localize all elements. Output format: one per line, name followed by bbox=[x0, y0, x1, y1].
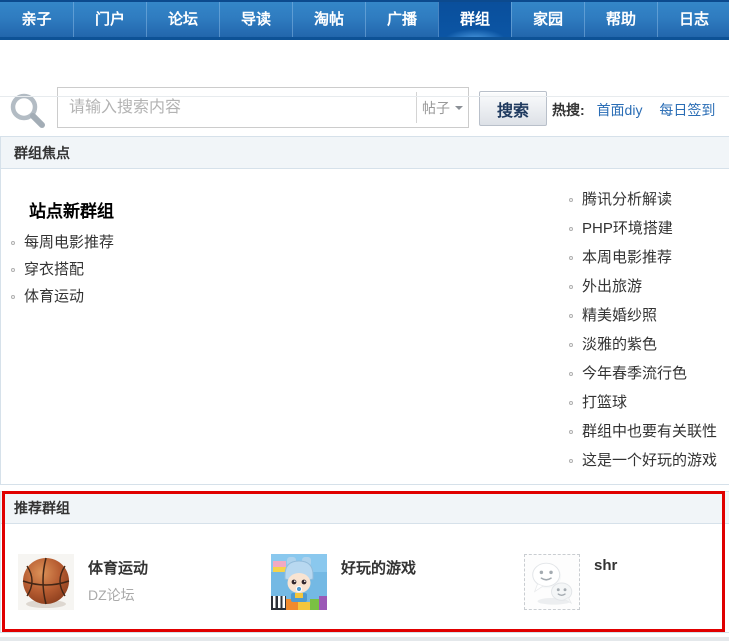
bullet-icon bbox=[569, 372, 573, 376]
basketball-image bbox=[18, 554, 74, 610]
list-item-label: 这是一个好玩的游戏 bbox=[582, 452, 717, 469]
new-groups-list: 每周电影推荐 穿衣搭配 体育运动 bbox=[11, 229, 114, 310]
group-card-sports[interactable]: 体育运动 DZ论坛 bbox=[18, 554, 271, 610]
nav-tab-guangbo[interactable]: 广播 bbox=[365, 2, 438, 37]
list-item-label: 每周电影推荐 bbox=[24, 234, 114, 251]
list-item-label: 打篮球 bbox=[582, 394, 627, 411]
list-item[interactable]: 淡雅的紫色 bbox=[569, 330, 717, 359]
nav-tab-daodu[interactable]: 导读 bbox=[219, 2, 292, 37]
group-name[interactable]: 体育运动 bbox=[88, 557, 148, 578]
list-item-label: 精美婚纱照 bbox=[582, 307, 657, 324]
new-groups-heading: 站点新群组 bbox=[29, 197, 114, 222]
nav-tab-bangzhu[interactable]: 帮助 bbox=[584, 2, 657, 37]
recommend-panel-body: 体育运动 DZ论坛 bbox=[1, 524, 729, 610]
bullet-icon bbox=[569, 459, 573, 463]
bullet-icon bbox=[11, 268, 15, 272]
default-group-image bbox=[524, 554, 580, 610]
list-item-label: 淡雅的紫色 bbox=[582, 336, 657, 353]
group-name[interactable]: 好玩的游戏 bbox=[341, 557, 416, 578]
group-card-games[interactable]: 好玩的游戏 bbox=[271, 554, 524, 610]
list-item-label: 外出旅游 bbox=[582, 278, 642, 295]
list-item[interactable]: 本周电影推荐 bbox=[569, 243, 717, 272]
list-item-label: 穿衣搭配 bbox=[24, 261, 84, 278]
breadcrumb: 〉 群组 bbox=[0, 97, 729, 136]
search-bar: 帖子 搜索 热搜: 首面diy 每日签到 新 bbox=[0, 40, 729, 97]
list-item-label: 今年春季流行色 bbox=[582, 365, 687, 382]
focus-panel-body: 站点新群组 每周电影推荐 穿衣搭配 体育运动 腾讯分析解读 PHP环境搭建 本周… bbox=[1, 169, 729, 484]
list-item-label: 本周电影推荐 bbox=[582, 249, 672, 266]
list-item-label: 腾讯分析解读 bbox=[582, 191, 672, 208]
list-item[interactable]: 腾讯分析解读 bbox=[569, 185, 717, 214]
bullet-icon bbox=[569, 401, 573, 405]
nav-tab-qinzi[interactable]: 亲子 bbox=[0, 2, 73, 37]
bullet-icon bbox=[569, 285, 573, 289]
bullet-icon bbox=[569, 343, 573, 347]
list-item[interactable]: 体育运动 bbox=[11, 283, 114, 310]
page-bottom-divider bbox=[0, 637, 729, 641]
list-item-label: 体育运动 bbox=[24, 288, 84, 305]
group-info: shr bbox=[594, 554, 617, 610]
list-item[interactable]: 今年春季流行色 bbox=[569, 359, 717, 388]
nav-tab-qunzu[interactable]: 群组 bbox=[438, 2, 511, 37]
bullet-icon bbox=[569, 198, 573, 202]
doll-image bbox=[271, 554, 327, 610]
list-item[interactable]: 这是一个好玩的游戏 bbox=[569, 446, 717, 475]
nav-tab-rizhi[interactable]: 日志 bbox=[657, 2, 729, 37]
bullet-icon bbox=[569, 314, 573, 318]
list-item[interactable]: 群组中也要有关联性 bbox=[569, 417, 717, 446]
bullet-icon bbox=[11, 295, 15, 299]
nav-tab-luntan[interactable]: 论坛 bbox=[146, 2, 219, 37]
group-info: 好玩的游戏 bbox=[341, 554, 416, 610]
list-item[interactable]: 精美婚纱照 bbox=[569, 301, 717, 330]
focus-panel: 群组焦点 站点新群组 每周电影推荐 穿衣搭配 体育运动 腾讯分析解读 PHP环境… bbox=[0, 136, 729, 485]
focus-panel-title: 群组焦点 bbox=[1, 137, 729, 169]
group-desc: DZ论坛 bbox=[88, 585, 148, 605]
list-item[interactable]: 外出旅游 bbox=[569, 272, 717, 301]
bullet-icon bbox=[569, 430, 573, 434]
recommend-panel-title: 推荐群组 bbox=[1, 492, 729, 524]
bullet-icon bbox=[11, 241, 15, 245]
nav-tab-jiayuan[interactable]: 家园 bbox=[511, 2, 584, 37]
list-item[interactable]: 穿衣搭配 bbox=[11, 256, 114, 283]
top-nav: 亲子 门户 论坛 导读 淘帖 广播 群组 家园 帮助 日志 bbox=[0, 0, 729, 40]
page: 亲子 门户 论坛 导读 淘帖 广播 群组 家园 帮助 日志 帖子 搜索 热搜: … bbox=[0, 0, 729, 641]
bullet-icon bbox=[569, 256, 573, 260]
nav-tab-menhu[interactable]: 门户 bbox=[73, 2, 146, 37]
bullet-icon bbox=[569, 227, 573, 231]
group-card-shr[interactable]: shr bbox=[524, 554, 729, 610]
group-info: 体育运动 DZ论坛 bbox=[88, 554, 148, 610]
nav-tab-taotie[interactable]: 淘帖 bbox=[292, 2, 365, 37]
list-item-label: PHP环境搭建 bbox=[582, 220, 673, 237]
group-name[interactable]: shr bbox=[594, 557, 617, 574]
list-item[interactable]: 打篮球 bbox=[569, 388, 717, 417]
list-item[interactable]: 每周电影推荐 bbox=[11, 229, 114, 256]
focus-topics-list: 腾讯分析解读 PHP环境搭建 本周电影推荐 外出旅游 精美婚纱照 淡雅的紫色 今… bbox=[569, 185, 717, 475]
recommend-panel: 推荐群组 bbox=[0, 491, 729, 633]
list-item-label: 群组中也要有关联性 bbox=[582, 423, 717, 440]
list-item[interactable]: PHP环境搭建 bbox=[569, 214, 717, 243]
